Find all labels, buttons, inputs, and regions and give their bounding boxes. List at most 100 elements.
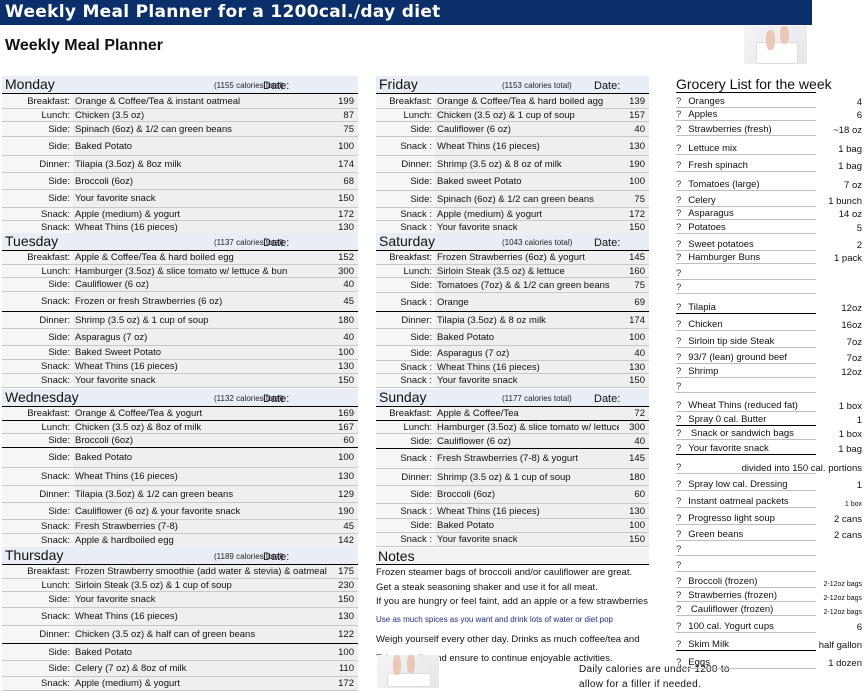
grocery-item-label: Lettuce mix — [688, 143, 737, 154]
checkbox-placeholder-icon[interactable]: ? — [676, 560, 681, 571]
checkbox-placeholder-icon[interactable]: ? — [676, 124, 681, 135]
grocery-item[interactable]: ? Potatoes 5 — [676, 220, 864, 234]
grocery-item[interactable]: ? Sirloin tip side Steak 7oz — [676, 331, 864, 348]
grocery-item[interactable]: ? Apples 6 — [676, 108, 864, 121]
meal-label: Dinner: — [2, 312, 73, 328]
checkbox-placeholder-icon[interactable]: ? — [676, 513, 681, 524]
grocery-item[interactable]: ? Chicken 16oz — [676, 314, 864, 331]
checkbox-placeholder-icon[interactable]: ? — [676, 282, 681, 293]
checkbox-placeholder-icon[interactable]: ? — [676, 639, 681, 650]
checkbox-placeholder-icon[interactable]: ? — [676, 414, 681, 425]
checkbox-placeholder-icon[interactable]: ? — [676, 529, 681, 540]
checkbox-placeholder-icon[interactable]: ? — [676, 352, 681, 363]
meal-label: Side: — [2, 190, 73, 207]
meal-label: Breakfast: — [2, 94, 73, 108]
grocery-item[interactable]: ? — [676, 541, 864, 556]
meal-label: Lunch: — [376, 109, 435, 121]
day-header: Tuesday (1137 calories total) Date: — [2, 233, 358, 251]
checkbox-placeholder-icon[interactable]: ? — [676, 657, 681, 668]
checkbox-placeholder-icon[interactable]: ? — [676, 208, 681, 219]
grocery-item[interactable]: ? Tomatoes (large) 7 oz — [676, 172, 864, 191]
meal-label: Breakfast: — [2, 565, 73, 578]
meal-label: Snack: — [2, 534, 73, 547]
grocery-item-name: ? Chicken — [676, 319, 816, 331]
grocery-item[interactable]: ? Shrimp 12oz — [676, 364, 864, 378]
grocery-item[interactable]: ? — [676, 378, 864, 393]
grocery-item[interactable]: ? Spray low cal. Dressing 1 — [676, 474, 864, 491]
checkbox-placeholder-icon[interactable]: ? — [676, 336, 681, 347]
grocery-item[interactable]: ? Strawberries (frozen) 2-12oz bags — [676, 588, 864, 602]
checkbox-placeholder-icon[interactable]: ? — [676, 496, 681, 507]
checkbox-placeholder-icon[interactable]: ? — [676, 381, 681, 392]
checkbox-placeholder-icon[interactable]: ? — [676, 239, 681, 250]
checkbox-placeholder-icon[interactable]: ? — [676, 544, 681, 555]
checkbox-placeholder-icon[interactable]: ? — [676, 96, 681, 107]
grocery-item[interactable]: ? Celery 1 bunch — [676, 191, 864, 207]
grocery-item-label: Apples — [688, 109, 718, 120]
meal-row: Snack: Wheat Thins (16 pieces) 130 — [2, 608, 358, 626]
checkbox-placeholder-icon[interactable]: ? — [676, 443, 681, 454]
checkbox-placeholder-icon[interactable]: ? — [676, 590, 681, 601]
checkbox-placeholder-icon[interactable]: ? — [676, 195, 681, 206]
meal-row: Breakfast: Apple & Coffee/Tea & hard boil… — [2, 251, 358, 265]
checkbox-placeholder-icon[interactable]: ? — [676, 179, 681, 190]
grocery-item[interactable]: ? Spray 0 cal. Butter 1 — [676, 412, 864, 426]
checkbox-placeholder-icon[interactable]: ? — [676, 621, 681, 632]
grocery-item[interactable]: ? Green beans 2 cans — [676, 525, 864, 541]
grocery-item[interactable]: ? 93/7 (lean) ground beef 7oz — [676, 348, 864, 364]
checkbox-placeholder-icon[interactable]: ? — [676, 319, 681, 330]
grocery-item[interactable]: ? Asparagus 14 oz — [676, 207, 864, 220]
grocery-item-quantity: half gallon — [818, 640, 862, 651]
grocery-item[interactable]: ? Progresso light soup 2 cans — [676, 508, 864, 525]
grocery-item[interactable]: ? Wheat Thins (reduced fat) 1 box — [676, 393, 864, 412]
grocery-item[interactable]: ? 100 cal. Yogurt cups 6 — [676, 616, 864, 633]
grocery-item[interactable]: ? Lettuce mix 1 bag — [676, 136, 864, 155]
checkbox-placeholder-icon[interactable]: ? — [676, 366, 681, 377]
grocery-item[interactable]: ? Fresh spinach 1 bag — [676, 155, 864, 172]
meal-row: Side: Celery (7 oz) & 8oz of milk 110 — [2, 661, 358, 677]
checkbox-placeholder-icon[interactable]: ? — [676, 462, 681, 473]
checkbox-placeholder-icon[interactable]: ? — [676, 160, 681, 171]
grocery-item[interactable]: ? — [676, 280, 864, 294]
checkbox-placeholder-icon[interactable]: ? — [676, 252, 681, 263]
checkbox-placeholder-icon[interactable]: ? — [676, 222, 681, 233]
grocery-item[interactable]: ? Sweet potatoes 2 — [676, 234, 864, 251]
grocery-item[interactable]: ? — [676, 556, 864, 572]
grocery-item[interactable]: ? Cauliflower (frozen) 2-12oz bags — [676, 602, 864, 616]
grocery-item[interactable]: ? Tilapia 12oz — [676, 294, 864, 314]
checkbox-placeholder-icon[interactable]: ? — [676, 143, 681, 154]
grocery-item[interactable]: ? Snack or sandwich bags 1 box — [676, 426, 864, 440]
meal-row: Side: Asparagus (7 oz) 40 — [376, 346, 649, 361]
grocery-item[interactable]: ? — [676, 264, 864, 280]
checkbox-placeholder-icon[interactable]: ? — [676, 400, 681, 411]
meal-calories: 150 — [619, 374, 649, 387]
grocery-item-label: Asparagus — [688, 208, 734, 219]
meal-description: Shrimp (3.5 oz) & 1 cup of soup — [73, 312, 328, 328]
grocery-item-quantity: 1 pack — [834, 253, 862, 264]
grocery-item-label: Eggs — [688, 657, 710, 668]
meal-label: Snack : — [376, 533, 435, 546]
grocery-item[interactable]: ? divided into 150 cal. portions — [676, 455, 864, 474]
meal-description: Frozen Strawberries (6oz) & yogurt — [435, 251, 619, 264]
date-label: Date: — [263, 80, 290, 92]
grocery-item[interactable]: ? Broccoli (frozen) 2-12oz bags — [676, 572, 864, 588]
checkbox-placeholder-icon[interactable]: ? — [676, 576, 681, 587]
checkbox-placeholder-icon[interactable]: ? — [676, 109, 681, 120]
meal-description: Apple (medium) & yogurt — [435, 208, 619, 220]
checkbox-placeholder-icon[interactable]: ? — [676, 428, 681, 439]
checkbox-placeholder-icon[interactable]: ? — [676, 268, 681, 279]
grocery-item[interactable]: ? Instant oatmeal packets 1 box — [676, 491, 864, 508]
grocery-item[interactable]: ? Eggs 1 dozen — [676, 651, 864, 669]
day-section-sunday: Sunday (1177 calories total) Date: Breakfas… — [376, 389, 649, 547]
meal-calories: 230 — [328, 579, 358, 591]
meal-calories: 75 — [619, 191, 649, 207]
date-label: Date: — [263, 551, 290, 563]
grocery-item[interactable]: ? Oranges 4 — [676, 93, 864, 108]
checkbox-placeholder-icon[interactable]: ? — [676, 604, 681, 615]
grocery-item[interactable]: ? Hamburger Buns 1 pack — [676, 251, 864, 264]
grocery-item[interactable]: ? Skim Milk half gallon — [676, 633, 864, 651]
checkbox-placeholder-icon[interactable]: ? — [676, 479, 681, 490]
grocery-item[interactable]: ? Strawberries (fresh) ~18 oz — [676, 121, 864, 136]
checkbox-placeholder-icon[interactable]: ? — [676, 302, 681, 313]
grocery-item[interactable]: ? Your favorite snack 1 bag — [676, 440, 864, 455]
